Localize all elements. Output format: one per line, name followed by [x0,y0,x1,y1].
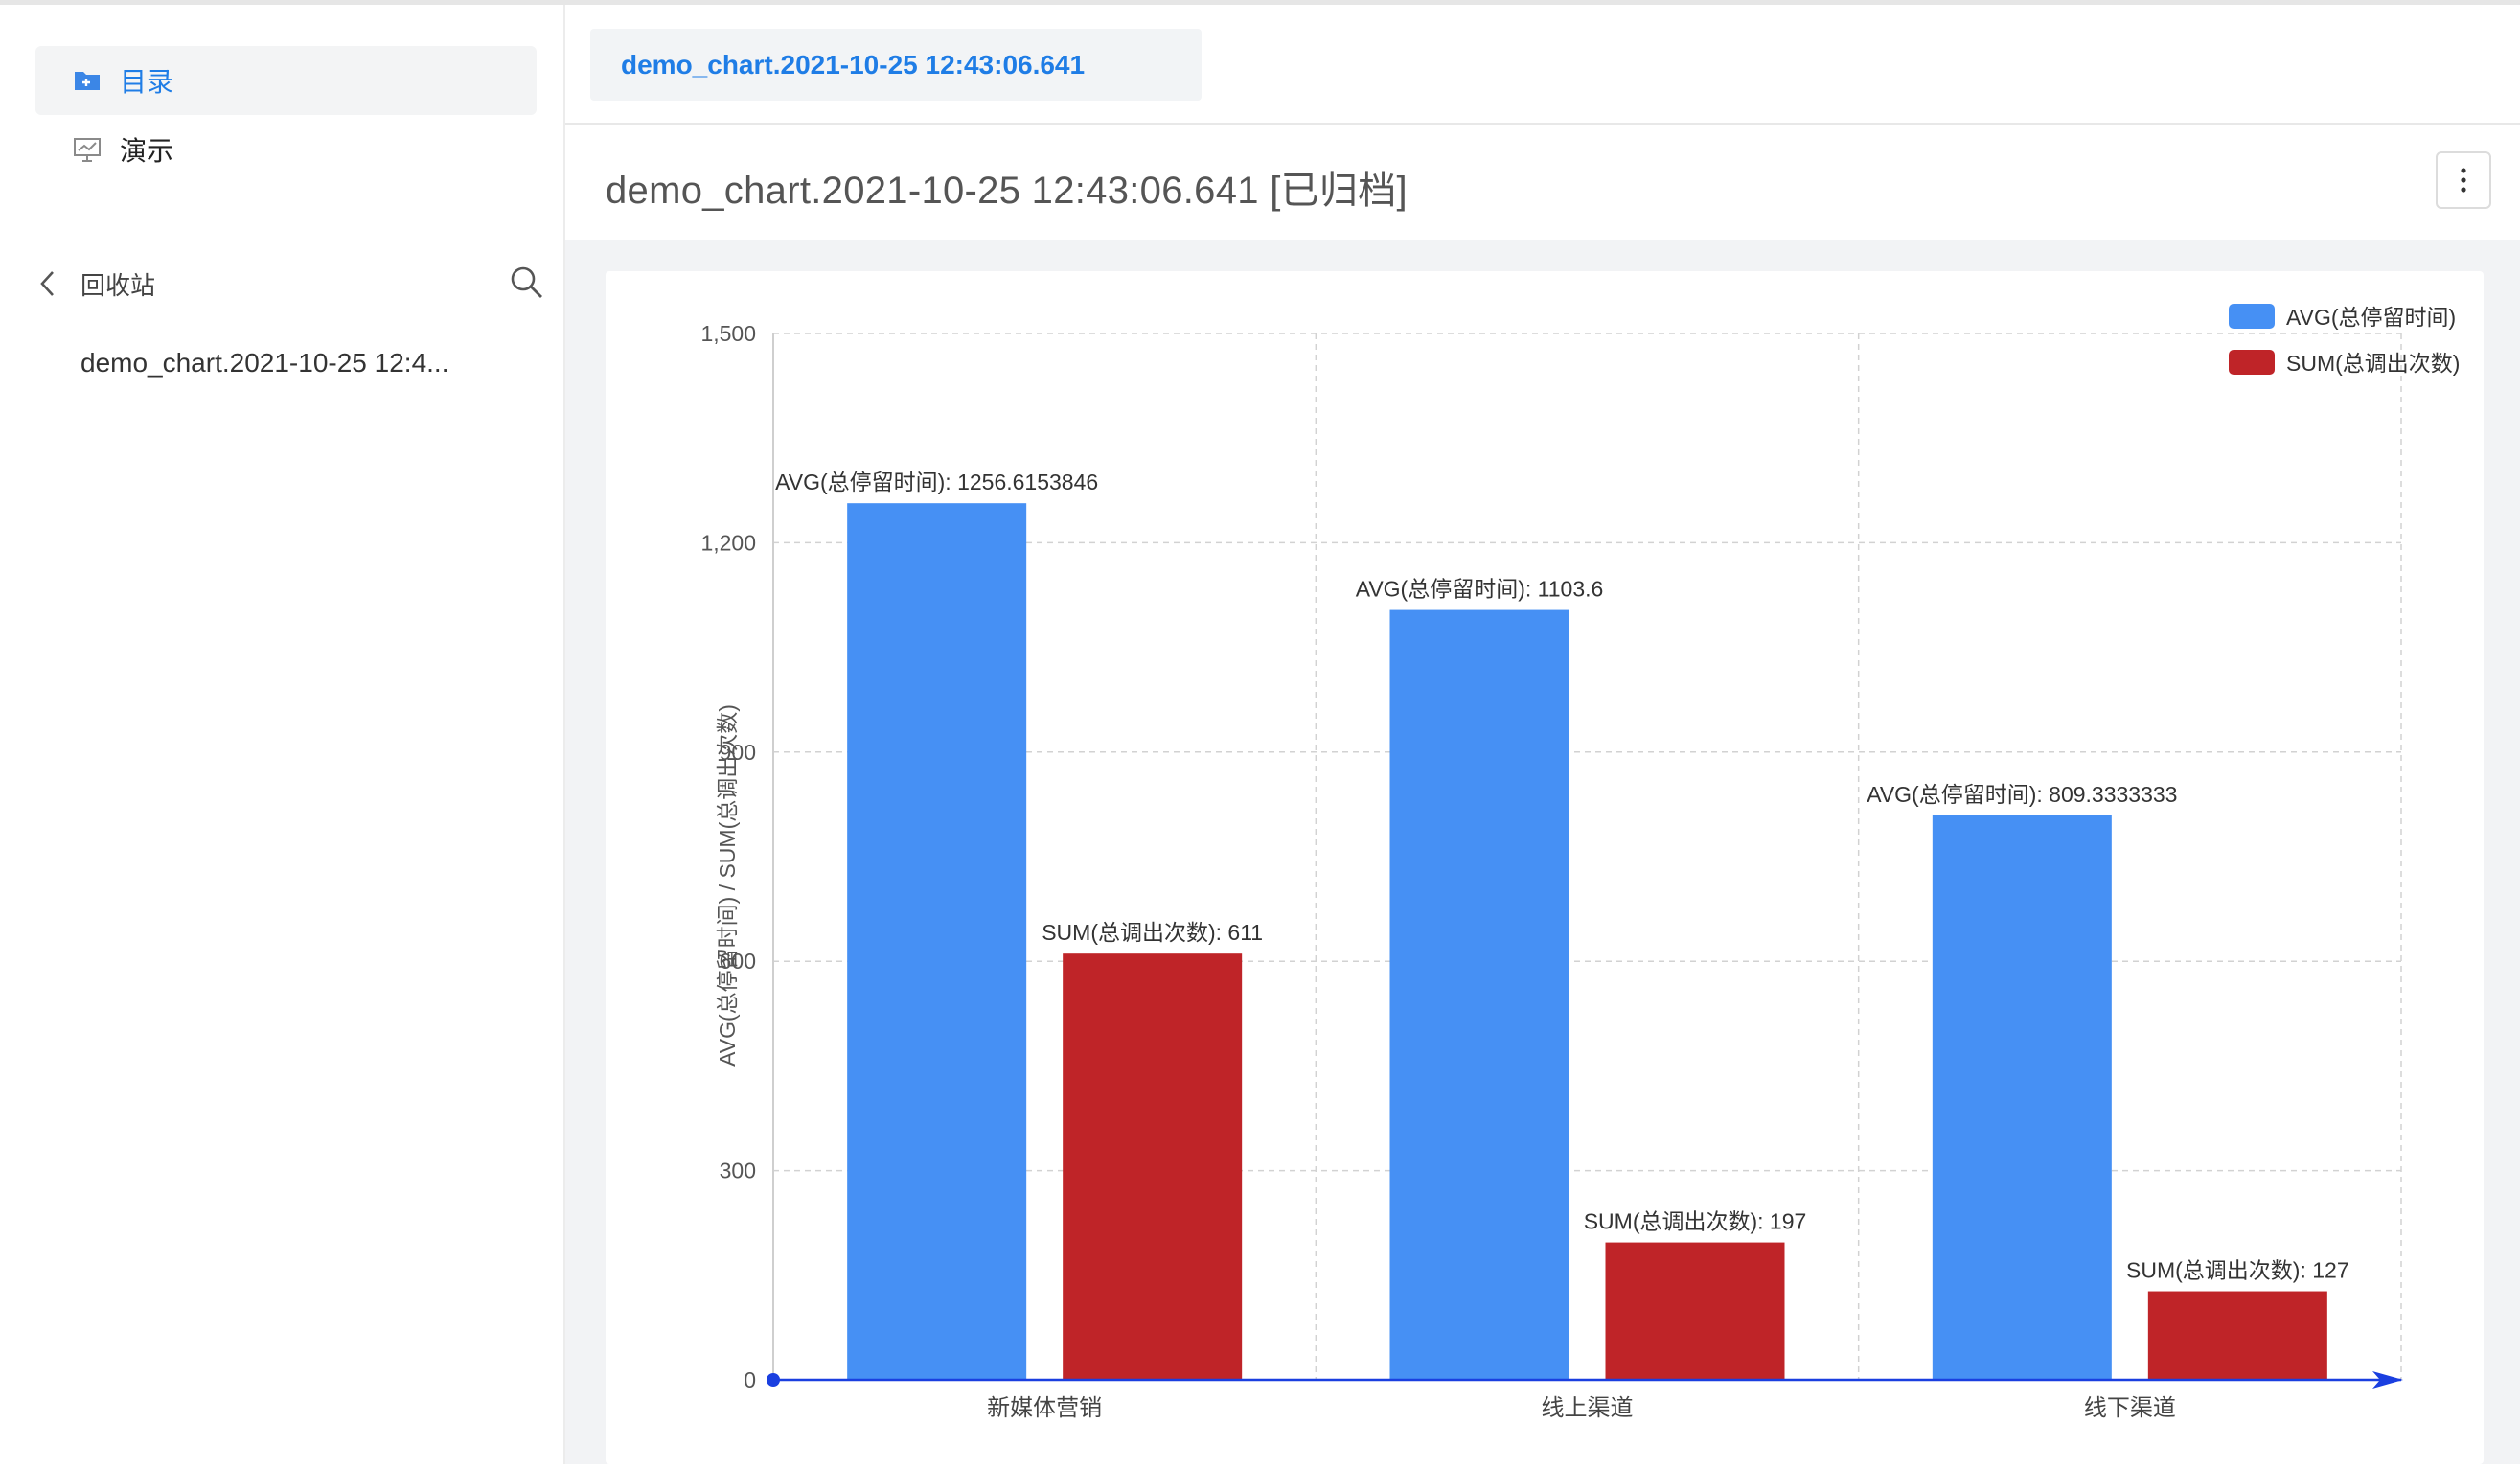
tab-chart[interactable]: demo_chart.2021-10-25 12:43:06.641 [590,29,1202,101]
y-tick-label: 1,500 [700,321,756,346]
back-chevron-icon[interactable] [38,264,67,303]
chart-card: 0 300 600 900 1,200 1,500 AVG(总停留时间) / SUM(总调出… [606,271,2484,1464]
data-label: SUM(总调出次数): 611 [1042,920,1263,945]
axis-origin-dot [767,1373,780,1387]
archived-chart-item[interactable]: demo_chart.2021-10-25 12:4... [80,348,502,379]
main-area: demo_chart.2021-10-25 12:43:06.641 demo_… [565,5,2520,1464]
bar-chart: 03006009001,2001,500AVG(总停留时间) / SUM(总调出… [700,304,2460,1421]
legend-swatch [2229,350,2275,375]
page-header: demo_chart.2021-10-25 12:43:06.641 [已归档] [565,125,2520,240]
more-options-button[interactable] [2436,151,2491,209]
legend-swatch [2229,304,2275,329]
sidebar-item-label: 演示 [120,136,174,166]
page-title: demo_chart.2021-10-25 12:43:06.641 [已归档] [606,170,1408,212]
x-tick-label: 新媒体营销 [987,1395,1102,1421]
recycle-bin-header: 回收站 [38,262,546,306]
y-tick-label: 300 [720,1159,756,1183]
sidebar-item-presentation[interactable]: 演示 [35,115,537,184]
sidebar-item-label: 目录 [120,67,174,97]
x-tick-label: 线下渠道 [2084,1395,2176,1421]
bar [1389,609,1569,1380]
data-label: SUM(总调出次数): 127 [2126,1258,2349,1283]
y-tick-label: 0 [744,1367,756,1392]
x-tick-label: 线上渠道 [1542,1395,1634,1421]
sidebar: 目录 演示 回收站 demo_chart.2021-10-25 12:4... [0,5,565,1464]
tab-bar: demo_chart.2021-10-25 12:43:06.641 [565,5,2520,125]
bar [1063,953,1243,1380]
bar [1932,815,2112,1380]
bar [2147,1291,2327,1380]
folder-icon [72,65,103,96]
bar [847,503,1027,1380]
bar [1605,1242,1785,1380]
sidebar-item-catalog[interactable]: 目录 [35,46,537,115]
data-label: SUM(总调出次数): 197 [1584,1209,1807,1234]
recycle-bin-label[interactable]: 回收站 [80,266,155,302]
search-icon[interactable] [508,264,546,302]
y-tick-label: 1,200 [700,530,756,555]
data-label: AVG(总停留时间): 1103.6 [1356,577,1604,602]
y-axis-label: AVG(总停留时间) / SUM(总调出次数) [715,704,740,1067]
data-label: AVG(总停留时间): 809.3333333 [1867,782,2177,807]
legend-label: SUM(总调出次数) [2286,351,2460,376]
legend-label: AVG(总停留时间) [2286,305,2456,330]
presentation-icon [72,134,103,165]
more-vertical-icon [2461,168,2466,193]
data-label: AVG(总停留时间): 1256.6153846 [775,470,1098,494]
